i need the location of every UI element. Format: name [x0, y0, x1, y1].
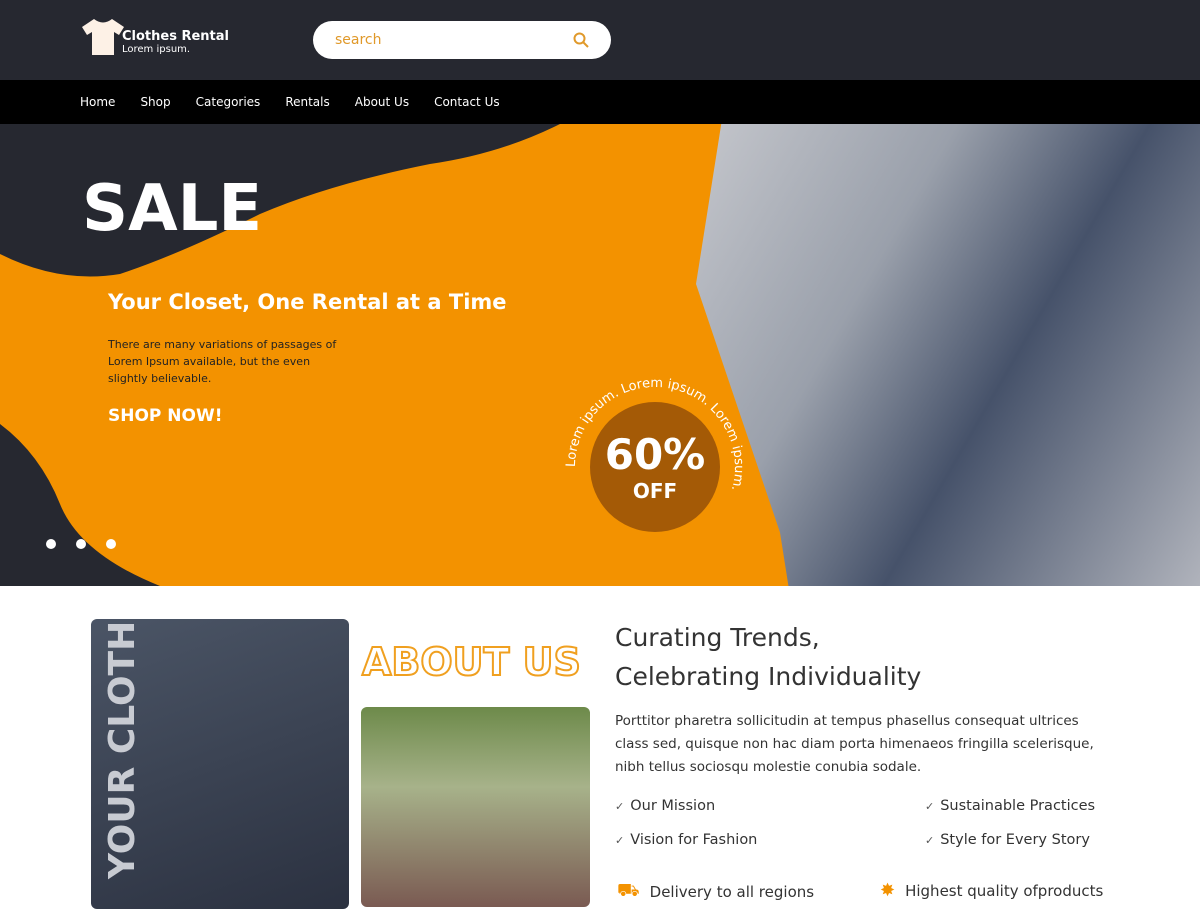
about-paragraph: Porttitor pharetra sollicitudin at tempu…: [615, 713, 1094, 775]
slide-dot[interactable]: [106, 539, 116, 549]
point-label: Vision for Fashion: [630, 832, 758, 848]
svg-text:Lorem ipsum. Lorem ipsum. Lore: Lorem ipsum. Lorem ipsum. Lorem ipsum.: [565, 377, 745, 493]
check-circle-icon: ✓: [615, 800, 625, 813]
about-heading-1: Curating Trends,: [615, 623, 820, 652]
check-circle-icon: ✓: [925, 800, 935, 813]
nav-categories[interactable]: Categories: [196, 95, 261, 109]
truck-icon: ⛟: [617, 880, 640, 901]
woman-photo: [361, 707, 590, 907]
main-nav: Home Shop Categories Rentals About Us Co…: [0, 80, 1200, 124]
nav-rentals[interactable]: Rentals: [285, 95, 329, 109]
about-heading-2: Celebrating Individuality: [615, 662, 922, 691]
point-item: ✓ Vision for Fashion: [615, 832, 757, 848]
feature-label: Highest quality ofproducts: [905, 881, 1104, 900]
badge-ring-text: Lorem ipsum. Lorem ipsum. Lorem ipsum.: [565, 377, 745, 493]
slider-dots: [46, 539, 116, 549]
man-photo: YOUR CLOTH: [91, 619, 349, 909]
nav-contact[interactable]: Contact Us: [434, 95, 500, 109]
slide-dot[interactable]: [76, 539, 86, 549]
check-circle-icon: ✓: [615, 834, 625, 847]
brand-name: Clothes Rental: [122, 29, 230, 44]
nav-home[interactable]: Home: [80, 95, 115, 109]
point-item: ✓ Style for Every Story: [925, 832, 1090, 848]
feature-quality: ✸ Highest quality ofproducts: [880, 880, 1103, 901]
tshirt-icon: [82, 19, 124, 55]
hero-description: There are many variations of passages of…: [108, 338, 337, 385]
hero-title: SALE: [82, 172, 263, 246]
brand-tagline: Lorem ipsum.: [122, 44, 191, 55]
about-title: ABOUT US: [361, 639, 582, 685]
hero-banner: SALE Your Closet, One Rental at a Time T…: [0, 124, 1200, 586]
feature-delivery: ⛟ Delivery to all regions: [617, 880, 814, 904]
point-label: Sustainable Practices: [940, 798, 1096, 814]
search-icon[interactable]: [573, 32, 589, 48]
top-bar: Clothes Rental Lorem ipsum.: [0, 0, 1200, 80]
nav-about[interactable]: About Us: [355, 95, 409, 109]
search-input[interactable]: [335, 32, 535, 48]
check-circle-icon: ✓: [925, 834, 935, 847]
shop-now-button[interactable]: SHOP NOW!: [108, 406, 222, 426]
slide-dot[interactable]: [46, 539, 56, 549]
hero-tagline: Your Closet, One Rental at a Time: [108, 290, 507, 314]
point-label: Style for Every Story: [940, 832, 1090, 848]
feature-label: Delivery to all regions: [649, 883, 815, 901]
nav-shop[interactable]: Shop: [140, 95, 170, 109]
vertical-text: YOUR CLOTH: [102, 620, 143, 879]
logo[interactable]: Clothes Rental Lorem ipsum.: [80, 17, 229, 57]
point-label: Our Mission: [630, 798, 716, 814]
star-icon: ✸: [880, 880, 896, 901]
point-item: ✓ Our Mission: [615, 798, 715, 814]
search-bar: [313, 21, 611, 59]
point-item: ✓ Sustainable Practices: [925, 798, 1095, 814]
